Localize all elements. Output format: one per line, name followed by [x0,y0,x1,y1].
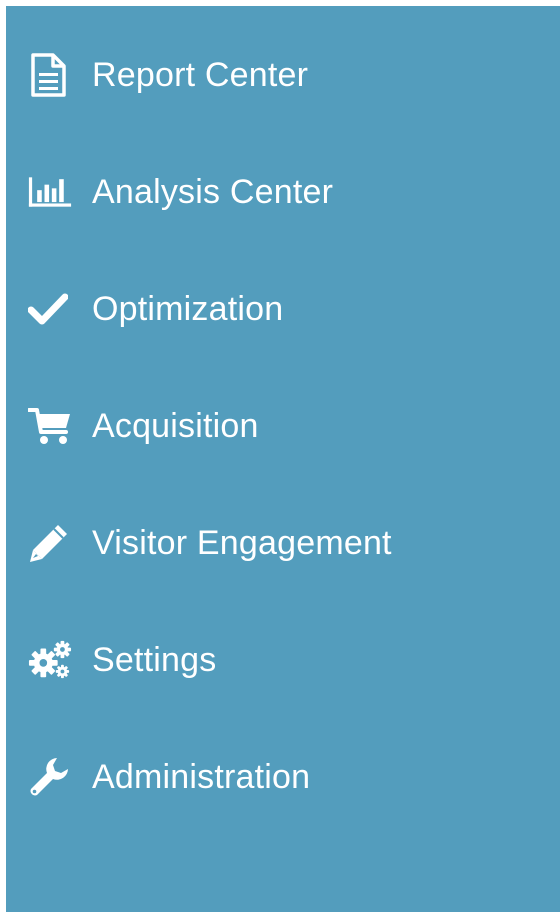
sidebar-item-administration[interactable]: Administration [6,718,560,835]
sidebar-item-label: Administration [92,757,311,796]
shopping-cart-icon [28,404,72,448]
sidebar-item-visitor-engagement[interactable]: Visitor Engagement [6,484,560,601]
sidebar-item-optimization[interactable]: Optimization [6,250,560,367]
sidebar-item-settings[interactable]: Settings [6,601,560,718]
wrench-icon [28,755,72,799]
sidebar-item-label: Optimization [92,289,284,328]
sidebar-item-label: Analysis Center [92,172,334,211]
sidebar: Report Center Analysis Center Optimizati… [6,6,560,912]
gears-icon [28,638,72,682]
sidebar-item-label: Acquisition [92,406,259,445]
sidebar-item-label: Report Center [92,55,309,94]
document-icon [28,52,72,97]
pencil-icon [28,521,72,565]
sidebar-item-acquisition[interactable]: Acquisition [6,367,560,484]
sidebar-item-label: Visitor Engagement [92,523,392,562]
check-icon [28,287,72,331]
sidebar-item-analysis-center[interactable]: Analysis Center [6,133,560,250]
sidebar-item-label: Settings [92,640,217,679]
sidebar-item-report-center[interactable]: Report Center [6,16,560,133]
bar-chart-icon [28,170,72,214]
sidebar-nav: Report Center Analysis Center Optimizati… [6,16,560,835]
